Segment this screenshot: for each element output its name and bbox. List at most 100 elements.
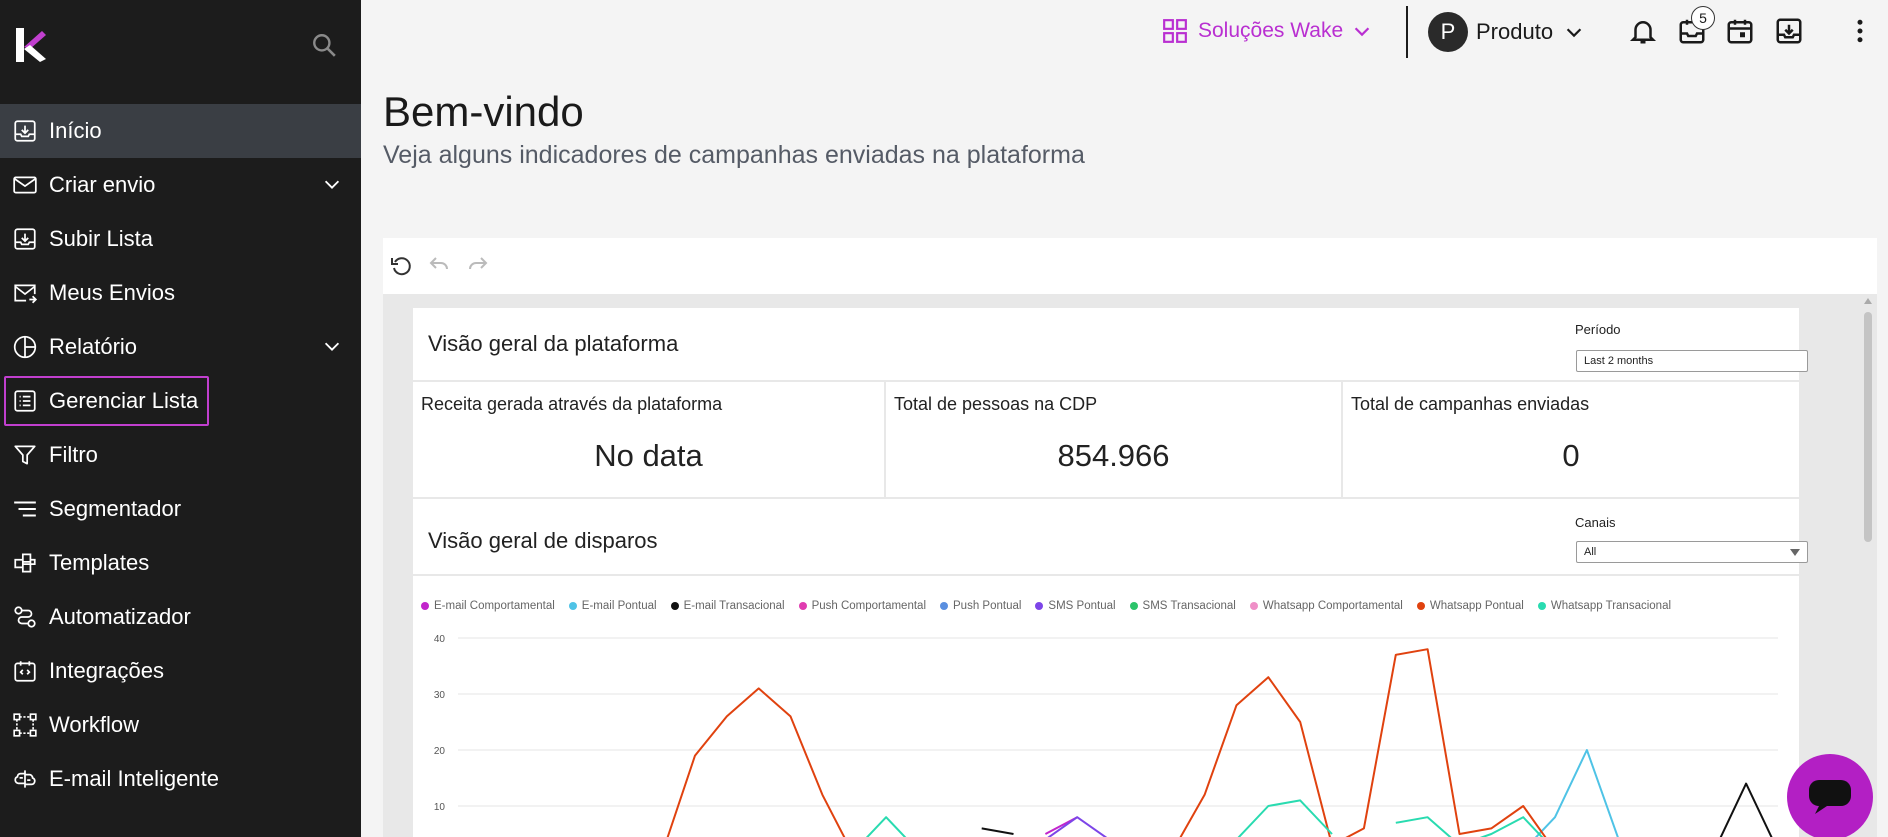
series-line[interactable] bbox=[1395, 816, 1555, 837]
y-tick-label: 20 bbox=[434, 746, 446, 757]
sidebar-item-label: Segmentador bbox=[49, 496, 182, 521]
series-line[interactable] bbox=[854, 816, 918, 837]
kpi-label: Total de campanhas enviadas bbox=[1351, 394, 1590, 414]
channels-value: All bbox=[1584, 546, 1597, 558]
kpi-value: 0 bbox=[1562, 438, 1580, 473]
sidebar-item-segmentador[interactable]: Segmentador bbox=[0, 482, 361, 536]
y-tick-label: 40 bbox=[434, 634, 446, 645]
automation-icon bbox=[12, 604, 38, 630]
scrollbar-thumb[interactable] bbox=[1864, 312, 1872, 542]
sidebar-item-inicio[interactable]: Início bbox=[0, 104, 361, 158]
page-title: Bem-vindo bbox=[383, 88, 584, 135]
caret-down-icon bbox=[1790, 549, 1800, 556]
dashboard: Visão geral da plataforma Período Last 2… bbox=[383, 294, 1877, 837]
legend-swatch bbox=[670, 602, 679, 610]
legend-label: Whatsapp Comportamental bbox=[1262, 600, 1403, 612]
channels-select[interactable]: All bbox=[1576, 541, 1808, 563]
legend-item[interactable]: Push Pontual bbox=[940, 600, 1021, 612]
sidebar-item-label: Filtro bbox=[49, 442, 98, 467]
legend-item[interactable]: SMS Pontual bbox=[1035, 600, 1116, 612]
profile-label: Produto bbox=[1476, 19, 1554, 44]
bell-icon[interactable] bbox=[1628, 16, 1658, 46]
sidebar-item-templates[interactable]: Templates bbox=[0, 536, 361, 590]
line-chart: 40 30 20 10 bbox=[434, 634, 1778, 837]
sidebar: Início Criar envio Subir Lista Meus Envi… bbox=[0, 0, 361, 837]
sidebar-item-automatizador[interactable]: Automatizador bbox=[0, 590, 361, 644]
series-line[interactable] bbox=[1714, 782, 1778, 837]
sidebar-item-label: Templates bbox=[49, 550, 150, 575]
legend-item[interactable]: SMS Transacional bbox=[1129, 600, 1236, 612]
page-subtitle: Veja alguns indicadores de campanhas env… bbox=[383, 141, 1085, 169]
search-icon[interactable] bbox=[311, 32, 337, 58]
sidebar-item-label: E-mail Inteligente bbox=[49, 766, 219, 791]
series-line[interactable] bbox=[663, 687, 854, 837]
legend-label: Whatsapp Pontual bbox=[1429, 600, 1524, 612]
sidebar-item-subir-lista[interactable]: Subir Lista bbox=[0, 212, 361, 266]
redo-icon[interactable] bbox=[466, 254, 490, 278]
legend-item[interactable]: E-mail Pontual bbox=[568, 600, 657, 612]
avatar: P bbox=[1428, 12, 1468, 52]
notification-badge: 5 bbox=[1691, 6, 1715, 30]
dispatch-chart: E-mail Comportamental E-mail Pontual E-mai… bbox=[413, 576, 1799, 837]
legend-label: Whatsapp Transacional bbox=[1550, 600, 1672, 612]
kpi-value: No data bbox=[594, 438, 703, 473]
period-label: Período bbox=[1575, 322, 1621, 337]
kpi-label: Total de pessoas na CDP bbox=[894, 394, 1098, 414]
legend-swatch bbox=[1416, 602, 1425, 610]
mail-icon bbox=[12, 172, 38, 198]
brain-icon bbox=[12, 766, 38, 792]
more-vertical-icon[interactable] bbox=[1845, 16, 1875, 46]
legend-item[interactable]: Whatsapp Pontual bbox=[1416, 600, 1524, 612]
legend-item[interactable]: E-mail Comportamental bbox=[421, 600, 555, 612]
sidebar-item-integracoes[interactable]: Integrações bbox=[0, 644, 361, 698]
brand-logo[interactable] bbox=[16, 25, 46, 65]
legend-swatch bbox=[940, 602, 948, 610]
sidebar-item-meus-envios[interactable]: Meus Envios bbox=[0, 266, 361, 320]
legend-item[interactable]: Push Comportamental bbox=[798, 600, 926, 612]
legend-label: E-mail Pontual bbox=[581, 600, 657, 612]
sidebar-item-relatorio[interactable]: Relatório bbox=[0, 320, 361, 374]
sidebar-item-criar-envio[interactable]: Criar envio bbox=[0, 158, 361, 212]
solutions-switcher[interactable]: Soluções Wake bbox=[1162, 14, 1373, 48]
mail-sent-icon bbox=[12, 280, 38, 306]
upload-list-icon bbox=[12, 226, 38, 252]
series-line[interactable] bbox=[1045, 816, 1109, 837]
inbox-download-icon bbox=[12, 118, 38, 144]
kpi-label: Receita gerada através da plataforma bbox=[421, 394, 723, 414]
chevron-down-icon[interactable] bbox=[321, 173, 343, 195]
series-line[interactable] bbox=[981, 827, 1014, 835]
chart-legend: E-mail Comportamental E-mail Pontual E-mai… bbox=[421, 600, 1671, 612]
chevron-down-icon bbox=[1354, 27, 1370, 37]
chat-button[interactable] bbox=[1787, 754, 1873, 837]
series-line[interactable] bbox=[1173, 648, 1555, 837]
calendar-icon[interactable] bbox=[1725, 16, 1755, 46]
sidebar-item-workflow[interactable]: Workflow bbox=[0, 698, 361, 752]
sidebar-item-filtro[interactable]: Filtro bbox=[0, 428, 361, 482]
scroll-up-arrow-icon[interactable] bbox=[1863, 296, 1873, 306]
kpi-card-revenue: Receita gerada através da plataforma No … bbox=[413, 382, 884, 497]
y-tick-label: 10 bbox=[434, 802, 446, 813]
period-input[interactable]: Last 2 months bbox=[1576, 350, 1808, 372]
apps-grid-icon bbox=[1163, 19, 1187, 43]
filter-icon bbox=[12, 442, 38, 468]
integrations-icon bbox=[12, 658, 38, 684]
y-tick-label: 30 bbox=[434, 690, 446, 701]
sidebar-item-email-inteligente[interactable]: E-mail Inteligente bbox=[0, 752, 361, 806]
solutions-label: Soluções Wake bbox=[1198, 19, 1344, 42]
legend-item[interactable]: E-mail Transacional bbox=[670, 600, 785, 612]
sidebar-item-gerenciar-lista[interactable]: Gerenciar Lista bbox=[0, 374, 361, 428]
chevron-down-icon[interactable] bbox=[321, 335, 343, 357]
segment-lines-icon bbox=[12, 496, 38, 522]
platform-overview-title: Visão geral da plataforma bbox=[428, 331, 679, 356]
legend-label: SMS Transacional bbox=[1142, 600, 1236, 612]
workflow-icon bbox=[12, 712, 38, 738]
legend-swatch bbox=[421, 602, 429, 610]
dashboard-scrollbar[interactable] bbox=[1861, 294, 1875, 837]
download-icon[interactable] bbox=[1774, 16, 1804, 46]
reset-icon[interactable] bbox=[389, 254, 413, 278]
profile-menu[interactable]: P Produto bbox=[1428, 12, 1585, 52]
legend-item[interactable]: Whatsapp Comportamental bbox=[1249, 600, 1403, 612]
series-line[interactable] bbox=[1523, 749, 1619, 837]
legend-item[interactable]: Whatsapp Transacional bbox=[1537, 600, 1672, 612]
undo-icon[interactable] bbox=[427, 254, 451, 278]
